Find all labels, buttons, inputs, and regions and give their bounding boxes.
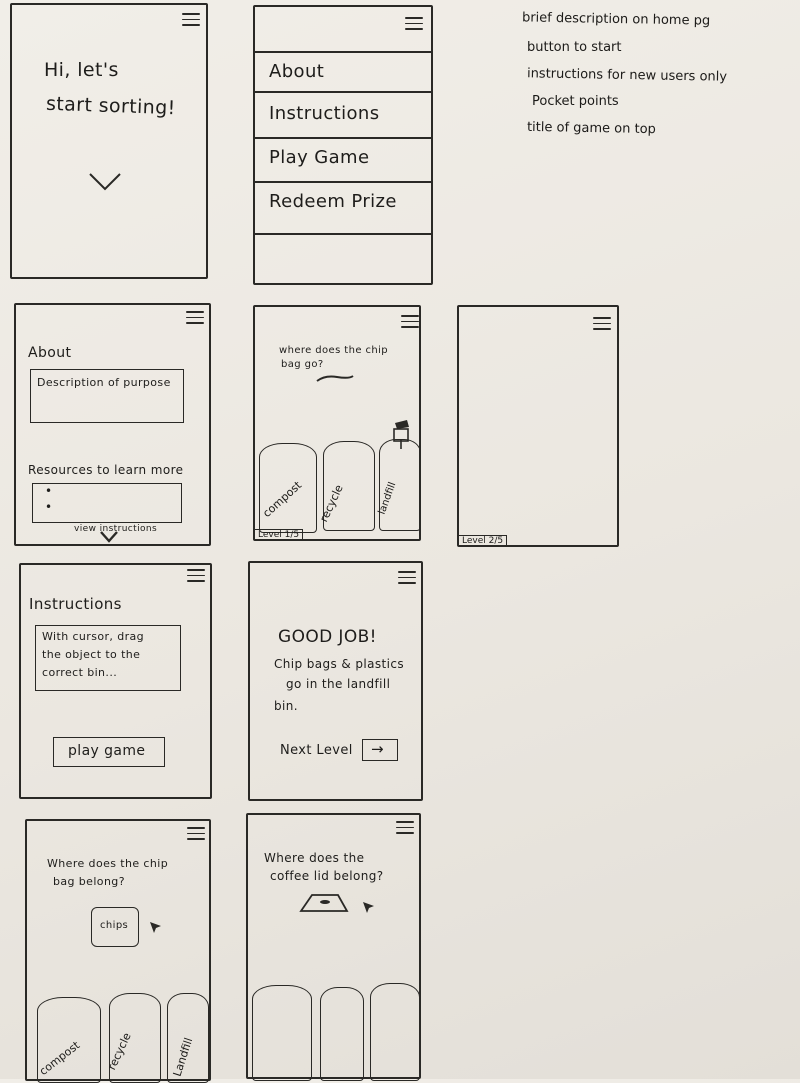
question-line1: where does the chip [279,345,389,356]
note-item: title of game on top [526,119,656,138]
instructions-text-line3: correct bin... [42,666,118,679]
note-item: button to start [527,40,622,55]
resource-bullet[interactable]: • [45,500,52,514]
result-line2: go in the landfill [286,677,391,691]
resources-box: • • [32,483,182,523]
about-screen: About Description of purpose Resources t… [14,303,211,546]
menu-item-instructions[interactable]: Instructions [269,103,380,124]
hamburger-menu-icon[interactable] [186,311,204,325]
divider [255,91,433,93]
resources-label: Resources to learn more [28,463,184,477]
cursor-icon [150,922,161,933]
compost-bin[interactable] [252,985,312,1081]
level-indicator: Level 2/5 [459,535,508,546]
home-greeting-line1: Hi, let's [44,59,119,81]
hamburger-menu-icon[interactable] [405,17,423,31]
play-game-button-label: play game [68,743,146,759]
result-screen: GOOD JOB! Chip bags & plastics go in the… [248,561,423,801]
question-line2: bag belong? [53,875,125,888]
menu-item-redeem-prize[interactable]: Redeem Prize [269,191,397,212]
hamburger-menu-icon[interactable] [187,827,205,841]
result-heading: GOOD JOB! [278,627,377,647]
resource-bullet[interactable]: • [45,484,52,498]
next-level-button[interactable]: → [362,739,398,761]
divider [255,233,433,235]
question-line1: Where does the [264,851,365,865]
about-description-box: Description of purpose [30,369,184,423]
menu-screen: About Instructions Play Game Redeem Priz… [253,5,433,285]
divider [255,181,433,183]
chips-item[interactable]: chips [91,907,139,947]
game-level2-screen: Level 2/5 [457,305,619,547]
question-line1: Where does the chip [47,857,169,870]
hamburger-menu-icon[interactable] [182,13,200,27]
home-greeting-line2: start sorting! [45,92,177,120]
instructions-text-line1: With cursor, drag [42,630,145,643]
recycle-bin[interactable] [320,987,364,1081]
hamburger-menu-icon[interactable] [593,317,611,331]
divider [255,51,433,53]
instructions-text-box: With cursor, drag the object to the corr… [35,625,181,691]
next-level-label[interactable]: Next Level [280,743,353,758]
question-line2: coffee lid belong? [270,869,384,883]
landfill-bin[interactable] [370,983,420,1081]
note-item: instructions for new users only [526,66,728,85]
hamburger-menu-icon[interactable] [401,315,419,329]
result-line1: Chip bags & plastics [274,657,405,671]
chip-bag-icon[interactable] [315,373,355,385]
coffee-lid-icon[interactable] [298,891,350,915]
play-game-button[interactable]: play game [53,737,165,767]
chevron-down-icon[interactable] [100,531,118,543]
hamburger-menu-icon[interactable] [398,571,416,585]
arrow-right-icon: → [371,740,384,758]
chips-item-label: chips [100,920,129,931]
drag-cursor-icon [393,420,409,449]
question-line2: bag go? [281,359,324,370]
sort-chips-screen: Where does the chip bag belong? chips co… [25,819,211,1083]
game-level1-screen: where does the chip bag go? compost recy… [253,305,421,541]
instructions-title: Instructions [29,595,122,613]
note-item: Pocket points [532,94,619,109]
hamburger-menu-icon[interactable] [396,821,414,835]
hamburger-menu-icon[interactable] [187,569,205,583]
about-description: Description of purpose [37,376,171,389]
note-item: brief description on home pg [521,10,711,29]
level-indicator: Level 1/5 [255,529,304,540]
cursor-icon [363,902,374,913]
result-line3: bin. [274,699,298,713]
instructions-text-line2: the object to the [42,648,141,661]
menu-item-play-game[interactable]: Play Game [269,147,369,168]
sort-coffee-lid-screen: Where does the coffee lid belong? [246,813,421,1081]
menu-item-about[interactable]: About [269,61,324,82]
divider [255,137,433,139]
home-screen: Hi, let's start sorting! [10,3,208,279]
instructions-screen: Instructions With cursor, drag the objec… [19,563,212,799]
about-title: About [28,345,72,361]
chevron-down-icon[interactable] [88,171,122,193]
